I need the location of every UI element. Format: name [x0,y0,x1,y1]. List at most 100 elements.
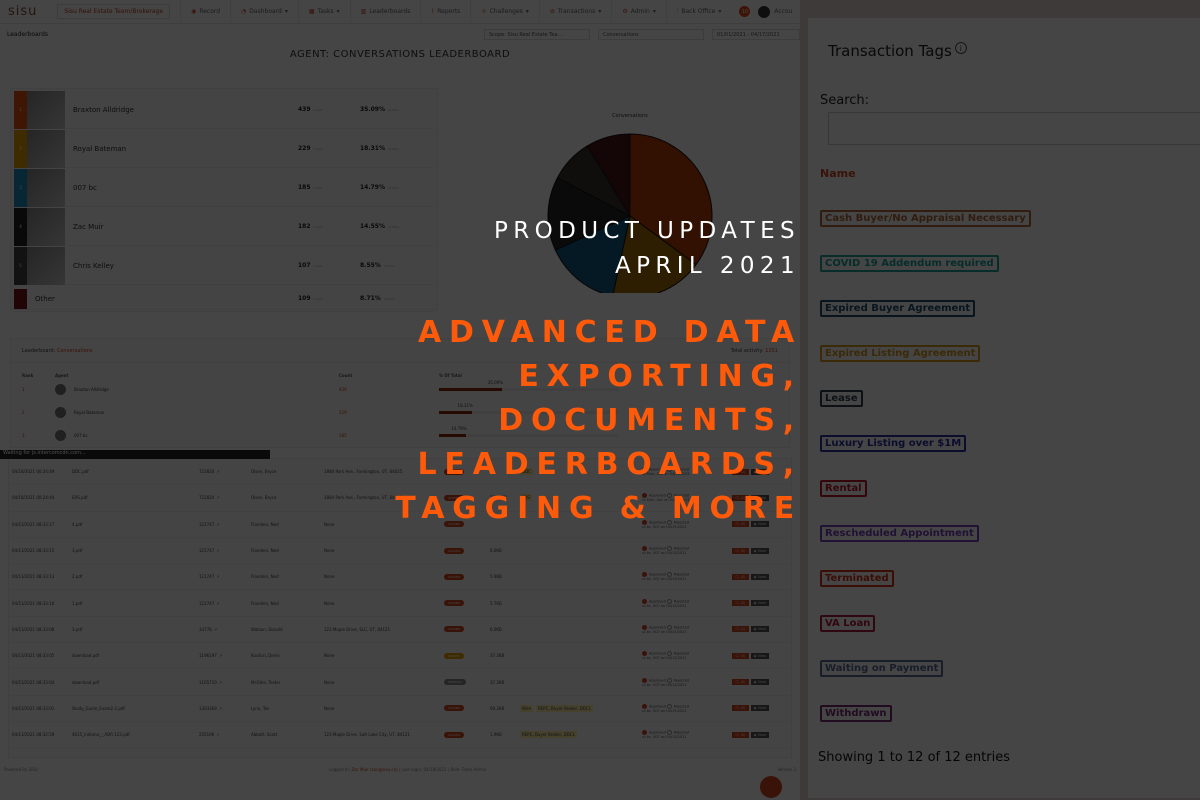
nav-reports[interactable]: ⌇ Reports [420,0,470,24]
doc-transaction-id[interactable]: 121747 ↗ [199,574,251,579]
doc-filename[interactable]: 4615_Indiana_-_ADR 123.pdf [72,732,199,737]
nav-admin[interactable]: ⚙ Admin ▾ [611,0,666,24]
doc-filename[interactable]: download.pdf [72,680,199,685]
view-button[interactable]: ◉ View [750,679,769,686]
logged-in-user[interactable]: Zac Muir (zac@sisu.co) [351,767,397,772]
doc-transaction-id[interactable]: 1165710 ↗ [199,680,251,685]
team-selector[interactable]: Sisu Real Estate Team/Brokerage [57,4,171,19]
doc-filename[interactable]: Study_Guide_Exam2-2.pdf [72,706,199,711]
top-agent-row[interactable]: 4 Zac Muir 182 Count 14.55% of Total [14,207,434,246]
name-column-header[interactable]: Name [820,167,856,180]
nav-leaderboards[interactable]: ▥ Leaderboards [349,0,421,24]
external-link-icon[interactable]: ↗ [216,601,219,606]
doc-filename[interactable]: 3.pdf [72,627,199,632]
view-button[interactable]: ◉ View [750,731,769,738]
tag-badge[interactable]: COVID 19 Addendum required [820,255,999,272]
view-button[interactable]: ◉ View [750,652,769,659]
comments-button[interactable]: 🗨 (0) [732,731,749,738]
external-link-icon[interactable]: ↗ [219,680,222,685]
scope-select[interactable]: Scope: Sisu Real Estate Tea... [484,29,590,40]
comments-button[interactable]: 🗨 (0) [732,573,749,580]
tag-badge[interactable]: Terminated [820,570,894,587]
chat-launcher-button[interactable] [760,776,782,798]
view-button[interactable]: ◉ View [750,573,769,580]
external-link-icon[interactable]: ↗ [216,522,219,527]
comments-button[interactable]: 🗨 (0) [732,679,749,686]
external-link-icon[interactable]: ↗ [214,627,217,632]
tag-badge[interactable]: Lease [820,390,863,407]
tag-badge[interactable]: Waiting on Payment [820,660,944,677]
notification-badge[interactable]: 10 [739,6,751,17]
external-link-icon[interactable]: ↗ [216,732,219,737]
doc-transaction-id[interactable]: 255196 ↗ [199,732,251,737]
nav-dashboard[interactable]: ◔ Dashboard ▾ [230,0,298,24]
doc-filename[interactable]: download.pdf [72,653,199,658]
document-row[interactable]: 04/13/2021 08:33:10 1.pdf 121747 ↗ Flanders,… [9,590,791,617]
comments-button[interactable]: 🗨 (0) [732,705,749,712]
col-agent[interactable]: Agent [55,373,339,378]
account-avatar[interactable] [758,5,771,18]
tag-badge[interactable]: Expired Buyer Agreement [820,300,976,317]
doc-filename[interactable]: 3.pdf [72,548,199,553]
view-button[interactable]: ◉ View [750,600,769,607]
info-icon[interactable]: i [954,42,967,54]
comments-button[interactable]: 🗨 (0) [732,652,749,659]
document-row[interactable]: 04/13/2021 08:33:15 3.pdf 121747 ↗ Flanders,… [9,538,791,565]
external-link-icon[interactable]: ↗ [216,469,219,474]
top-agent-row[interactable]: 5 Chris Kelley 107 Count 8.55% of Total [14,246,434,285]
nav-record[interactable]: ◉ Record [180,0,230,24]
doc-filename[interactable]: 2.pdf [72,574,199,579]
doc-transaction-id[interactable]: 34778 ↗ [199,627,251,632]
external-link-icon[interactable]: ↗ [219,653,222,658]
document-row[interactable]: 04/13/2021 08:32:59 4615_Indiana_-_ADR 12… [9,722,791,749]
doc-filename[interactable]: 4.pdf [72,522,199,527]
col-rank[interactable]: Rank [22,373,55,378]
document-row[interactable]: 04/13/2021 08:33:13 2.pdf 121747 ↗ Flanders,… [9,564,791,591]
view-button[interactable]: ◉ View [750,705,769,712]
top-agent-row[interactable]: 3 007 bc 185 Count 14.79% of Total [14,168,434,207]
top-agent-row[interactable]: 1 Braxton Alldridge 439 Count 35.09% of Total [14,90,434,129]
doc-transaction-id[interactable]: 722820 ↗ [199,469,251,474]
tag-badge[interactable]: Rescheduled Appointment [820,525,979,542]
doc-transaction-id[interactable]: 1303369 ↗ [199,706,251,711]
top-agent-row[interactable]: Other 109 Count 8.71% of Total [14,286,434,312]
external-link-icon[interactable]: ↗ [216,574,219,579]
tag-badge[interactable]: Withdrawn [820,705,892,722]
col-percent[interactable]: % Of Total [439,373,462,378]
doc-transaction-id[interactable]: 121747 ↗ [199,601,251,606]
tag-badge[interactable]: Rental [820,480,867,497]
view-button[interactable]: ◉ View [750,626,769,633]
document-row[interactable]: 04/13/2021 08:33:05 download.pdf 1196197 ↗ K… [9,643,791,670]
date-range-input[interactable]: 01/01/2021 - 04/17/2021 [712,29,800,40]
comments-button[interactable]: 🗨 (0) [732,600,749,607]
comments-button[interactable]: 🗨 (0) [732,547,749,554]
doc-filename[interactable]: 1.pdf [72,601,199,606]
nav-challenges[interactable]: ♕ Challenges ▾ [470,0,539,24]
doc-filename[interactable]: ERS.pdf [72,495,199,500]
view-button[interactable]: ◉ View [750,547,769,554]
metric-select[interactable]: Conversations [598,29,704,40]
external-link-icon[interactable]: ↗ [216,495,219,500]
document-row[interactable]: 04/13/2021 08:33:01 Study_Guide_Exam2-2.p… [9,696,791,722]
document-row[interactable]: 04/13/2021 08:33:08 3.pdf 34778 ↗ Watson, Do… [9,617,791,644]
account-label[interactable]: Accou [774,8,792,15]
doc-transaction-id[interactable]: 722820 ↗ [199,495,251,500]
doc-transaction-id[interactable]: 1196197 ↗ [199,653,251,658]
top-agent-row[interactable]: 2 Royal Bateman 229 Count 18.31% of Total [14,129,434,168]
doc-transaction-id[interactable]: 121747 ↗ [199,522,251,527]
tag-badge[interactable]: Luxury Listing over $1M [820,435,967,452]
tag-badge[interactable]: Cash Buyer/No Appraisal Necessary [820,210,1031,227]
tag-badge[interactable]: Expired Listing Agreement [820,345,981,362]
nav-back-office[interactable]: ⫶ Back Office ▾ [665,0,732,24]
tags-search-input[interactable] [828,112,1200,145]
col-count[interactable]: Count [339,373,439,378]
nav-tasks[interactable]: ▦ Tasks ▾ [297,0,350,24]
doc-transaction-id[interactable]: 121747 ↗ [199,548,251,553]
nav-transactions[interactable]: ⊘ Transactions ▾ [538,0,612,24]
document-row[interactable]: 04/13/2021 08:33:04 download.pdf 1165710 ↗ M… [9,669,791,696]
doc-filename[interactable]: DDC.pdf [72,469,199,474]
tag-badge[interactable]: VA Loan [820,615,876,632]
external-link-icon[interactable]: ↗ [216,548,219,553]
external-link-icon[interactable]: ↗ [219,706,222,711]
comments-button[interactable]: 🗨 (1) [732,626,749,633]
